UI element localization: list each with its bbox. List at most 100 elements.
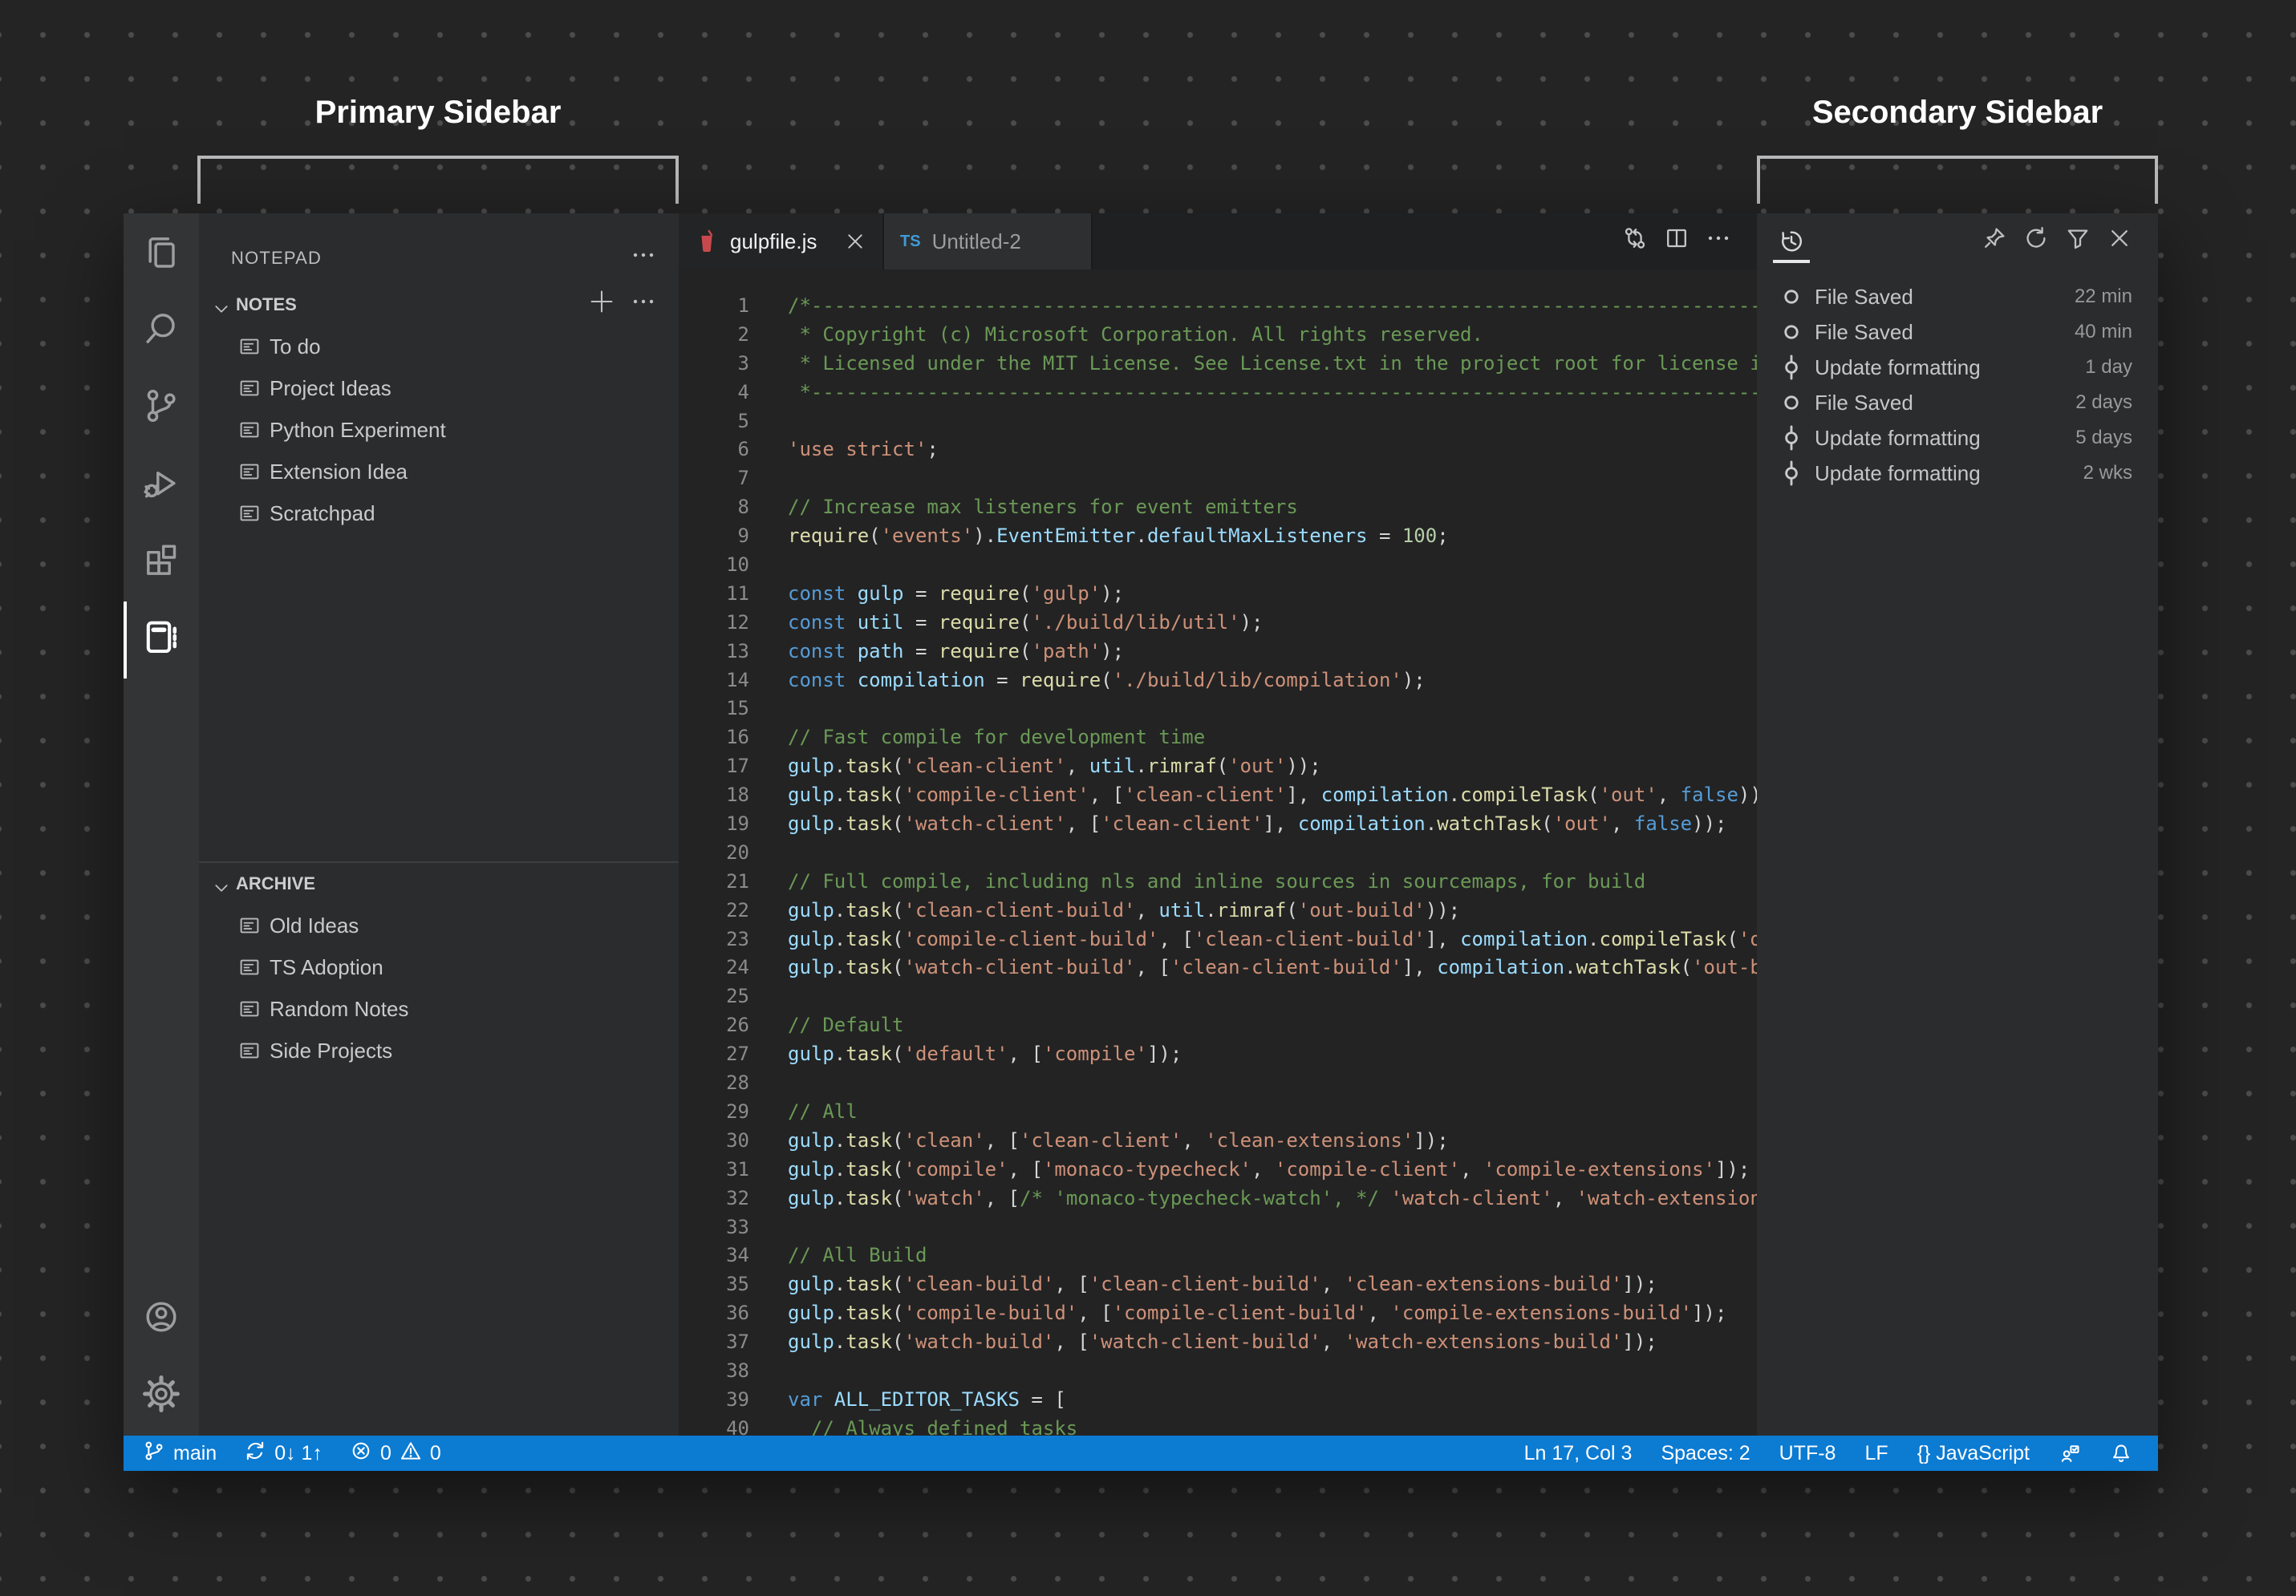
note-title: Extension Idea xyxy=(270,459,408,484)
list-item[interactable]: Project Ideas xyxy=(199,367,679,409)
tab-label: Untitled-2 xyxy=(931,229,1021,253)
files-icon xyxy=(142,233,181,277)
bell-icon[interactable] xyxy=(2110,1442,2132,1464)
line-number: 19 xyxy=(726,812,749,836)
warning-count: 0 xyxy=(429,1441,441,1464)
list-item[interactable]: To do xyxy=(199,326,679,367)
activity-item-settings[interactable] xyxy=(124,1359,199,1436)
timeline-item[interactable]: Update formatting 5 days xyxy=(1757,420,2158,456)
line-number: 21 xyxy=(726,869,749,893)
list-item[interactable]: Old Ideas xyxy=(199,905,679,946)
activity-item-extensions[interactable] xyxy=(124,525,199,602)
status-bar-right: Ln 17, Col 3 Spaces: 2 UTF-8 LF {} JavaScrip… xyxy=(1524,1442,2132,1465)
activity-item-search[interactable] xyxy=(124,294,199,371)
timeline-item[interactable]: File Saved 2 days xyxy=(1757,385,2158,420)
code-editor[interactable]: 1/*-------------------------------------… xyxy=(679,269,1757,1436)
tab-untitled-2[interactable]: TS Untitled-2 xyxy=(884,213,1093,269)
more-actions-button[interactable] xyxy=(1706,229,1731,254)
list-item[interactable]: Python Experiment xyxy=(199,409,679,451)
pin-button[interactable] xyxy=(1982,228,2007,254)
activity-item-source-control[interactable] xyxy=(124,371,199,448)
note-icon xyxy=(239,957,260,978)
list-item[interactable]: Scratchpad xyxy=(199,492,679,534)
list-item[interactable]: Random Notes xyxy=(199,988,679,1030)
primary-sidebar: NOTEPAD NOTES To do Project Ideas Python E… xyxy=(199,213,679,1436)
note-icon xyxy=(239,999,260,1019)
timeline-item[interactable]: Update formatting 2 wks xyxy=(1757,456,2158,491)
error-icon xyxy=(350,1440,372,1468)
status-item[interactable]: {} JavaScript xyxy=(1917,1442,2030,1465)
secondary-sidebar-bracket xyxy=(1757,156,2158,204)
close-panel-button[interactable] xyxy=(2107,229,2132,254)
activity-item-account[interactable] xyxy=(124,1282,199,1359)
note-title: Random Notes xyxy=(270,996,409,1021)
code-line: 8// Increase max listeners for event emi… xyxy=(679,493,1757,522)
timeline-item[interactable]: File Saved 22 min xyxy=(1757,279,2158,314)
timeline-header xyxy=(1757,213,2158,269)
list-item[interactable]: TS Adoption xyxy=(199,946,679,988)
line-number: 14 xyxy=(726,668,749,691)
code-line: 19 gulp.task('watch-client', ['clean-clie… xyxy=(679,810,1757,839)
timeline-item-time: 5 days xyxy=(2075,427,2132,448)
code-line: 2 * Copyright (c) Microsoft Corporation.… xyxy=(679,321,1757,350)
code-line: 1/*-------------------------------------… xyxy=(679,292,1757,321)
activity-item-explorer[interactable] xyxy=(124,217,199,294)
timeline-item-label: File Saved xyxy=(1815,284,1913,309)
timeline-commit-icon xyxy=(1778,424,1805,452)
line-number: 34 xyxy=(726,1244,749,1267)
git-branch-icon xyxy=(143,1440,165,1468)
code-line: 33 xyxy=(679,1213,1757,1242)
list-item[interactable]: Side Projects xyxy=(199,1030,679,1071)
code-line: 4 *-------------------------------------… xyxy=(679,379,1757,407)
notes-section-header[interactable]: NOTES xyxy=(199,284,679,326)
sidebar-more-button[interactable] xyxy=(631,245,656,271)
tab-bar: gulpfile.js TS Untitled-2 xyxy=(679,213,1757,269)
editor-group: gulpfile.js TS Untitled-2 1/*-----------… xyxy=(679,213,1757,1436)
line-number: 16 xyxy=(726,726,749,749)
filter-button[interactable] xyxy=(2065,229,2091,254)
activity-bar xyxy=(124,213,199,1436)
ellipsis-icon xyxy=(631,242,656,274)
code-line: 26// Default xyxy=(679,1011,1757,1040)
archive-section-header[interactable]: ARCHIVE xyxy=(199,863,679,905)
line-number: 25 xyxy=(726,985,749,1008)
timeline-item[interactable]: Update formatting 1 day xyxy=(1757,350,2158,385)
code-line: 24 gulp.task('watch-client-build', ['clea… xyxy=(679,954,1757,982)
workbench: NOTEPAD NOTES To do Project Ideas Python E… xyxy=(124,213,2158,1436)
line-number: 28 xyxy=(726,1071,749,1095)
sidebar-title-row: NOTEPAD xyxy=(199,213,679,284)
activity-item-notepad[interactable] xyxy=(124,602,199,679)
add-note-button[interactable] xyxy=(589,290,615,318)
line-number: 36 xyxy=(726,1302,749,1325)
timeline-item-time: 1 day xyxy=(2085,356,2132,378)
status-item[interactable]: LF xyxy=(1864,1442,1888,1465)
sync-status[interactable]: 0↓ 1↑ xyxy=(244,1440,322,1468)
tab-gulpfile[interactable]: gulpfile.js xyxy=(679,213,884,269)
tab-label: gulpfile.js xyxy=(730,229,817,253)
activity-item-run-debug[interactable] xyxy=(124,448,199,525)
status-item[interactable]: UTF-8 xyxy=(1779,1442,1836,1465)
notes-more-button[interactable] xyxy=(631,292,656,318)
archive-list: Old Ideas TS Adoption Random Notes Side Pro… xyxy=(199,905,679,1071)
feedback-icon[interactable] xyxy=(2059,1442,2081,1464)
line-number: 12 xyxy=(726,610,749,634)
note-title: Scratchpad xyxy=(270,500,375,525)
line-number: 38 xyxy=(726,1359,749,1382)
refresh-button[interactable] xyxy=(2023,227,2049,254)
problems-status[interactable]: 0 0 xyxy=(350,1440,441,1468)
line-number: 35 xyxy=(726,1273,749,1296)
code-line: 38 xyxy=(679,1357,1757,1386)
open-changes-button[interactable] xyxy=(1622,228,1648,254)
history-icon[interactable] xyxy=(1778,228,1805,255)
split-editor-button[interactable] xyxy=(1664,229,1690,254)
notes-section-label: NOTES xyxy=(236,294,297,314)
timeline-item[interactable]: File Saved 40 min xyxy=(1757,314,2158,350)
line-number: 29 xyxy=(726,1100,749,1123)
branch-status[interactable]: main xyxy=(143,1440,217,1468)
close-icon[interactable] xyxy=(844,230,866,253)
status-item[interactable]: Spaces: 2 xyxy=(1661,1442,1750,1465)
list-item[interactable]: Extension Idea xyxy=(199,451,679,492)
line-number: 23 xyxy=(726,927,749,950)
status-item[interactable]: Ln 17, Col 3 xyxy=(1524,1442,1633,1465)
timeline-item-label: File Saved xyxy=(1815,390,1913,415)
